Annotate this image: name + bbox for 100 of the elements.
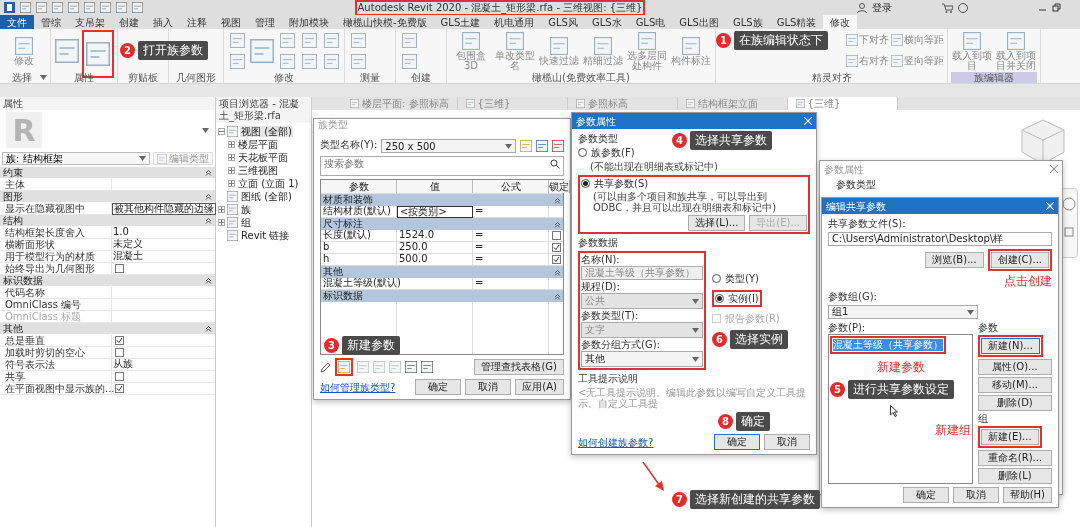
help-icon[interactable] (958, 2, 968, 13)
tree-item[interactable]: 族 (240, 203, 252, 215)
radio-button[interactable] (578, 148, 587, 157)
dialog-button[interactable]: 帮助(H) (1002, 487, 1052, 503)
dialog-button[interactable]: 删除(L) (978, 468, 1052, 484)
menu-tab[interactable]: 管综 (34, 15, 68, 29)
menu-tab[interactable]: GLS精装 (769, 15, 824, 29)
ribbon-button[interactable]: 选多层同处构件 (626, 30, 668, 72)
ribbon-button[interactable]: 包围盒3D (450, 30, 492, 72)
collapse-icon[interactable] (554, 196, 561, 204)
table-cell[interactable]: <按类别> (397, 206, 473, 218)
dialog-button[interactable]: 重命名(R)... (978, 450, 1052, 466)
column-header[interactable]: 公式 (473, 180, 549, 193)
menu-tab[interactable]: 注释 (180, 15, 214, 29)
checkbox[interactable] (115, 348, 124, 357)
checkbox[interactable] (552, 243, 561, 252)
collapse-icon[interactable] (554, 268, 561, 276)
collapse-icon[interactable] (554, 292, 561, 300)
ribbon-button[interactable]: 竖向等距 (891, 51, 944, 71)
menu-tab[interactable]: GLS出图 (672, 15, 726, 29)
collapse-icon[interactable] (205, 193, 212, 200)
tree-item[interactable]: 视图 (全部) (240, 125, 293, 137)
menu-tab[interactable]: GLS电 (628, 15, 673, 29)
checkbox[interactable] (115, 372, 124, 381)
column-header[interactable]: 参数 (321, 180, 397, 193)
collapse-toggle[interactable] (218, 127, 225, 135)
menu-tab[interactable]: 视图 (214, 15, 248, 29)
menu-tab[interactable]: 支吊架 (68, 15, 112, 29)
dialog-button[interactable]: 取消 (952, 487, 999, 503)
app-logo-icon[interactable] (4, 2, 15, 13)
create-button[interactable]: 创建(C)... (990, 252, 1049, 268)
view-tab[interactable]: {三维} (787, 97, 898, 110)
dialog-button[interactable]: 新建(E)... (981, 429, 1039, 445)
dialog-button[interactable]: 删除(D) (978, 395, 1052, 411)
expand-toggle[interactable] (228, 153, 235, 161)
group-dropdown[interactable]: 组1 (828, 305, 978, 319)
collapse-icon[interactable] (205, 325, 212, 332)
dialog-button[interactable]: 确定 (902, 487, 949, 503)
dialog-button[interactable]: 属性(O)... (978, 359, 1052, 375)
tree-item[interactable]: 三维视图 (237, 164, 279, 176)
expand-toggle[interactable] (228, 166, 235, 174)
dropdown[interactable]: 其他 (581, 351, 703, 367)
file-path-field[interactable]: C:\Users\Administrator\Desktop\样 (828, 232, 1052, 246)
dialog-button[interactable]: 应用(A) (515, 379, 564, 395)
tree-item[interactable]: 立面 (立面 1) (237, 177, 300, 189)
menu-tab[interactable]: GLS土建 (433, 15, 488, 29)
tree-item[interactable]: 图纸 (全部) (240, 190, 293, 202)
restore-icon[interactable] (1052, 3, 1061, 12)
type-selector[interactable]: 族: 结构框架 (2, 152, 150, 165)
help-link[interactable]: 如何管理族类型? (320, 381, 396, 393)
tree-item[interactable]: 楼层平面 (237, 138, 279, 150)
expand-toggle[interactable] (218, 218, 225, 226)
radio-button[interactable] (715, 294, 724, 303)
radio-button[interactable] (581, 179, 590, 188)
expand-toggle[interactable] (218, 205, 225, 213)
menu-tab[interactable]: 插入 (146, 15, 180, 29)
menu-tab[interactable]: 附加模块 (282, 15, 336, 29)
checkbox[interactable] (552, 255, 561, 264)
ribbon-button[interactable]: 快速过滤 (538, 30, 580, 72)
tree-item[interactable]: 天花板平面 (237, 151, 289, 163)
dialog-button[interactable]: 取消 (465, 379, 512, 395)
browse-button[interactable]: 浏览(B)... (925, 252, 984, 268)
search-field[interactable]: 搜索参数 (320, 156, 564, 176)
dialog-button[interactable]: 取消 (764, 434, 810, 450)
select-button[interactable]: 选择(L)... (688, 215, 746, 231)
lookup-table-button[interactable]: 管理查找表格(G) (474, 359, 564, 375)
value-field[interactable]: 被其他构件隐藏的边缘 (112, 203, 216, 215)
tree-item[interactable]: 组 (240, 216, 252, 228)
ribbon-button[interactable]: 载入到项目 (951, 30, 993, 72)
user-icon[interactable] (857, 2, 867, 13)
type-name-select[interactable]: 250 x 500 (381, 139, 516, 153)
menu-tab[interactable]: GLS风 (541, 15, 585, 29)
radio-button[interactable] (712, 274, 721, 283)
collapse-icon[interactable] (205, 169, 212, 176)
column-header[interactable]: 值 (397, 180, 473, 193)
help-link[interactable]: 如何创建族参数? (578, 436, 654, 448)
checkbox[interactable] (115, 384, 124, 393)
ribbon-button[interactable]: 横向等距 (891, 30, 944, 50)
pencil-icon[interactable] (320, 361, 331, 373)
cart-icon[interactable] (942, 2, 953, 13)
expand-toggle[interactable] (228, 179, 235, 187)
expand-toggle[interactable] (228, 140, 235, 148)
checkbox[interactable] (115, 264, 124, 273)
sign-in-link[interactable]: 登录 (872, 1, 892, 14)
menu-tab[interactable]: GLS族 (725, 15, 770, 29)
collapse-icon[interactable] (205, 277, 212, 284)
dialog-button[interactable]: 确定 (415, 379, 462, 395)
checkbox[interactable] (552, 231, 561, 240)
dialog-button[interactable]: 确定 (714, 434, 760, 450)
menu-tab[interactable]: 修改 (823, 15, 858, 29)
dialog-button[interactable]: 新建(N)... (981, 338, 1040, 354)
menu-tab[interactable]: 管理 (248, 15, 282, 29)
menu-tab[interactable]: 橄榄山快模-免费版 (336, 15, 434, 29)
column-header[interactable]: 锁定 (549, 180, 570, 193)
collapse-icon[interactable] (205, 217, 212, 224)
dialog-button[interactable]: 移动(M)... (978, 377, 1052, 393)
menu-tab[interactable]: 机电通用 (487, 15, 542, 29)
collapse-icon[interactable] (554, 220, 561, 228)
menu-tab[interactable]: GLS水 (584, 15, 629, 29)
ribbon-button[interactable]: 精细过滤 (582, 30, 624, 72)
